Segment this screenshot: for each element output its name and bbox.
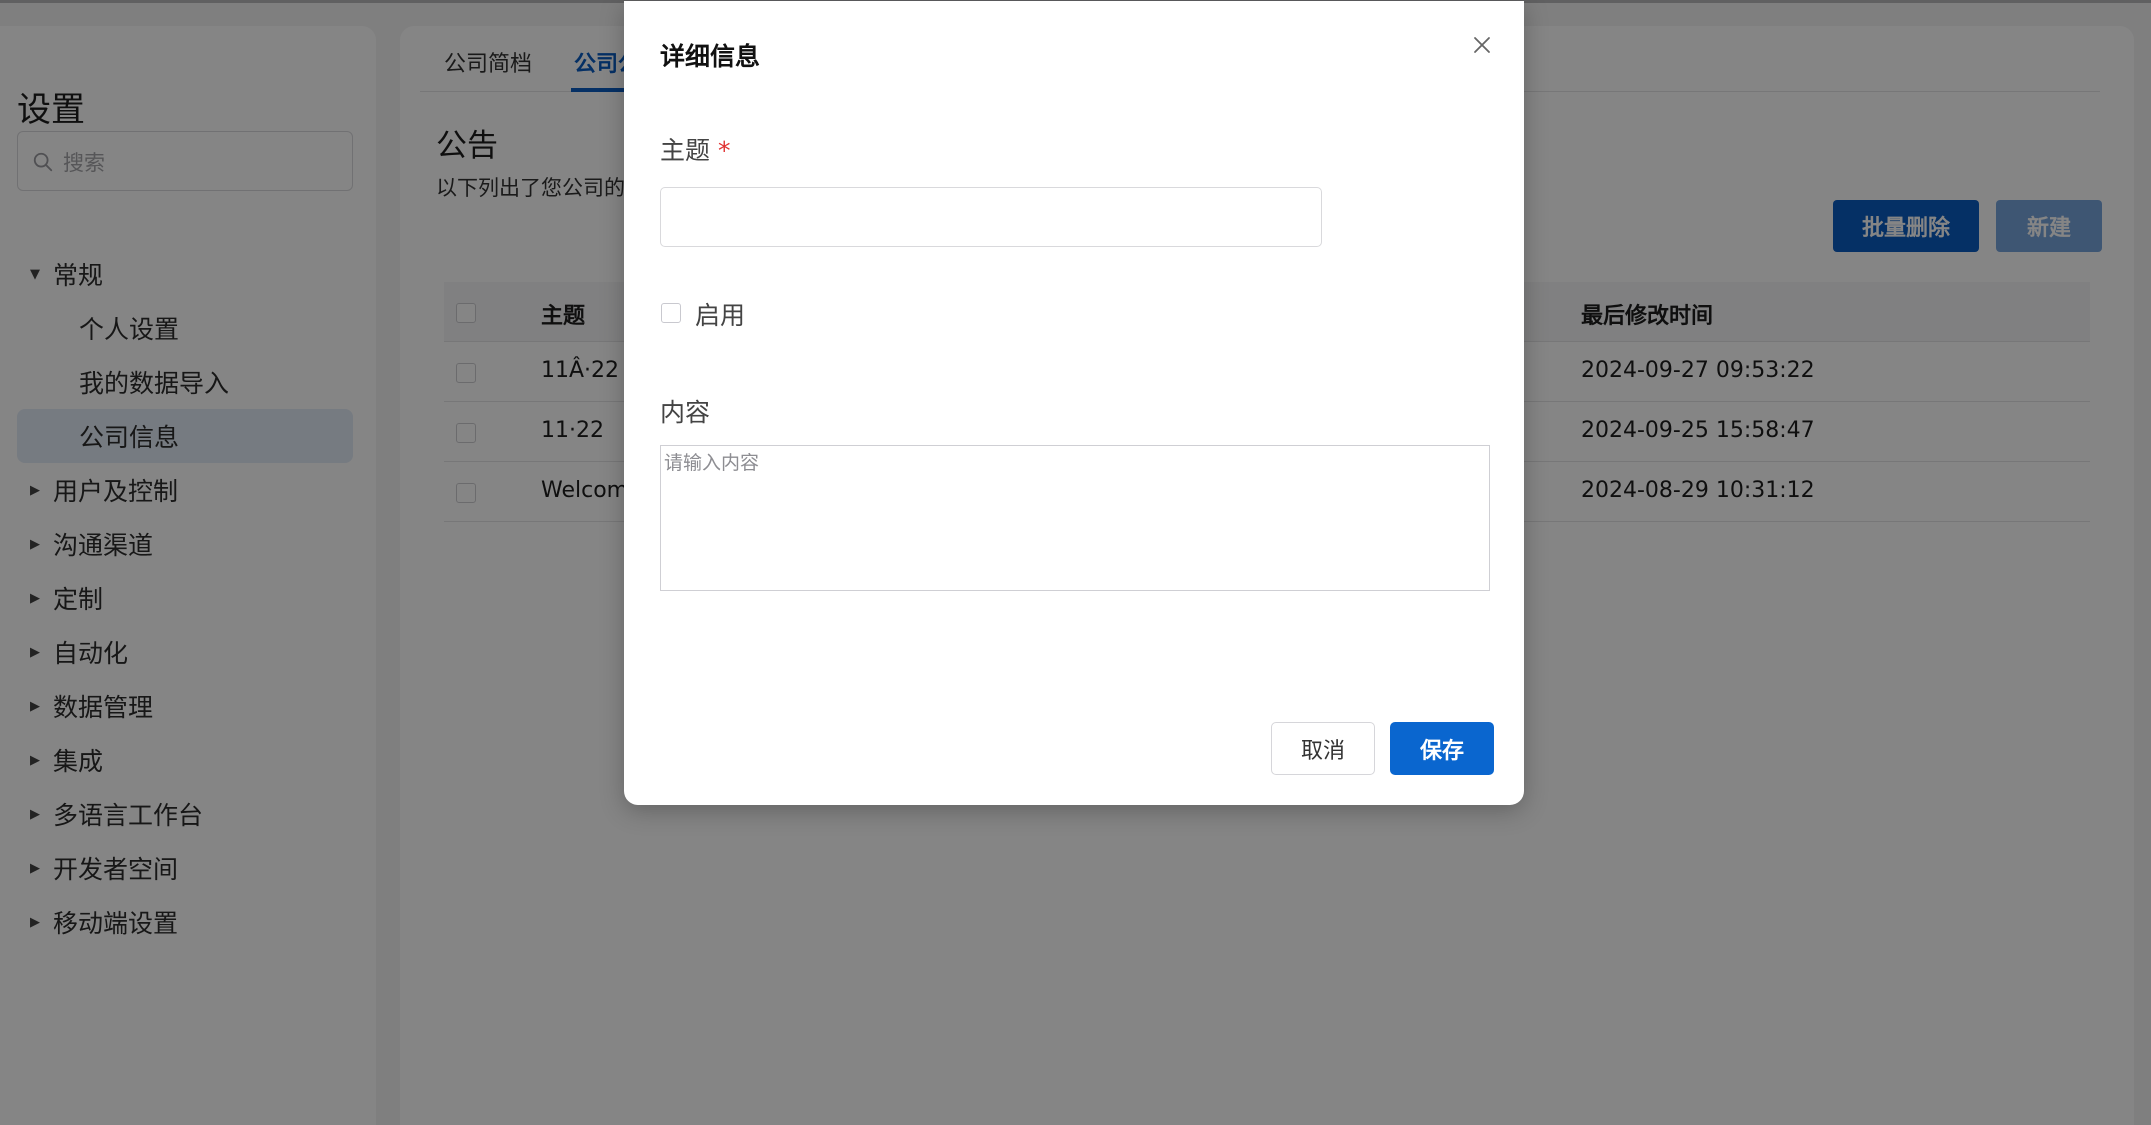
detail-modal: 详细信息 主题* 启用 内容 取消 保存 (624, 1, 1524, 805)
enable-label[interactable]: 启用 (695, 296, 745, 332)
subject-label-text: 主题 (660, 136, 711, 165)
save-button[interactable]: 保存 (1390, 722, 1494, 775)
close-icon[interactable] (1470, 33, 1494, 57)
content-label: 内容 (660, 398, 711, 427)
subject-label: 主题 * (660, 131, 731, 167)
subject-input[interactable] (660, 187, 1322, 247)
required-mark: * (718, 136, 731, 165)
modal-title: 详细信息 (660, 42, 761, 71)
cancel-button[interactable]: 取消 (1271, 722, 1375, 775)
content-textarea[interactable] (660, 445, 1490, 591)
enable-checkbox[interactable] (661, 303, 681, 323)
